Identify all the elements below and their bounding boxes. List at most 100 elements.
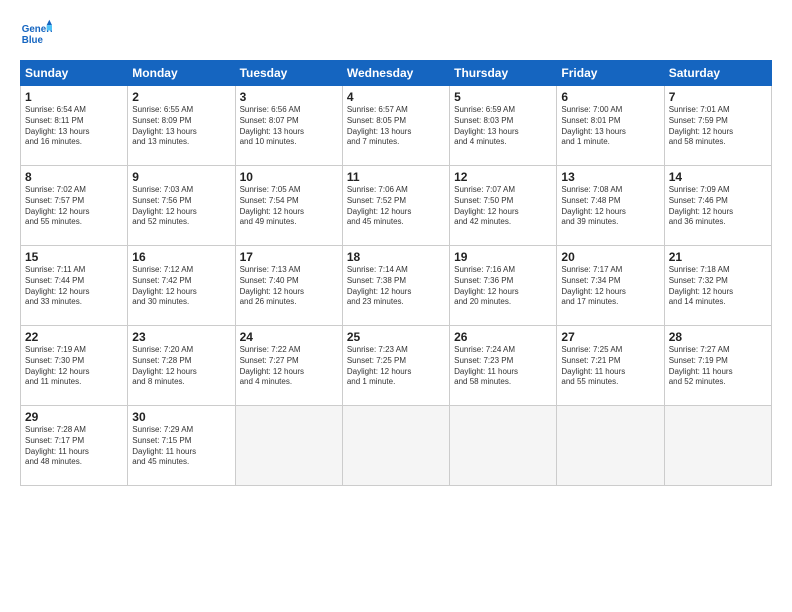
day-info: Sunrise: 6:54 AM Sunset: 8:11 PM Dayligh… (25, 105, 123, 148)
logo: General Blue (20, 18, 56, 50)
header: General Blue (20, 18, 772, 50)
calendar-cell: 28Sunrise: 7:27 AM Sunset: 7:19 PM Dayli… (664, 326, 771, 406)
day-info: Sunrise: 7:03 AM Sunset: 7:56 PM Dayligh… (132, 185, 230, 228)
calendar-cell: 29Sunrise: 7:28 AM Sunset: 7:17 PM Dayli… (21, 406, 128, 486)
day-number: 27 (561, 330, 659, 344)
day-info: Sunrise: 6:59 AM Sunset: 8:03 PM Dayligh… (454, 105, 552, 148)
calendar-cell: 20Sunrise: 7:17 AM Sunset: 7:34 PM Dayli… (557, 246, 664, 326)
weekday-header-friday: Friday (557, 61, 664, 86)
day-info: Sunrise: 7:05 AM Sunset: 7:54 PM Dayligh… (240, 185, 338, 228)
calendar-cell: 9Sunrise: 7:03 AM Sunset: 7:56 PM Daylig… (128, 166, 235, 246)
day-info: Sunrise: 7:00 AM Sunset: 8:01 PM Dayligh… (561, 105, 659, 148)
calendar-cell: 24Sunrise: 7:22 AM Sunset: 7:27 PM Dayli… (235, 326, 342, 406)
day-number: 5 (454, 90, 552, 104)
day-info: Sunrise: 7:19 AM Sunset: 7:30 PM Dayligh… (25, 345, 123, 388)
day-number: 1 (25, 90, 123, 104)
calendar-cell: 13Sunrise: 7:08 AM Sunset: 7:48 PM Dayli… (557, 166, 664, 246)
day-number: 3 (240, 90, 338, 104)
calendar-cell: 10Sunrise: 7:05 AM Sunset: 7:54 PM Dayli… (235, 166, 342, 246)
day-info: Sunrise: 7:24 AM Sunset: 7:23 PM Dayligh… (454, 345, 552, 388)
day-info: Sunrise: 7:17 AM Sunset: 7:34 PM Dayligh… (561, 265, 659, 308)
calendar-cell: 1Sunrise: 6:54 AM Sunset: 8:11 PM Daylig… (21, 86, 128, 166)
day-info: Sunrise: 7:07 AM Sunset: 7:50 PM Dayligh… (454, 185, 552, 228)
day-number: 16 (132, 250, 230, 264)
day-number: 11 (347, 170, 445, 184)
calendar-cell: 11Sunrise: 7:06 AM Sunset: 7:52 PM Dayli… (342, 166, 449, 246)
day-info: Sunrise: 7:09 AM Sunset: 7:46 PM Dayligh… (669, 185, 767, 228)
day-number: 8 (25, 170, 123, 184)
day-number: 14 (669, 170, 767, 184)
calendar-cell: 25Sunrise: 7:23 AM Sunset: 7:25 PM Dayli… (342, 326, 449, 406)
calendar-cell: 8Sunrise: 7:02 AM Sunset: 7:57 PM Daylig… (21, 166, 128, 246)
calendar-cell: 22Sunrise: 7:19 AM Sunset: 7:30 PM Dayli… (21, 326, 128, 406)
calendar-table: SundayMondayTuesdayWednesdayThursdayFrid… (20, 60, 772, 486)
day-number: 4 (347, 90, 445, 104)
page: General Blue SundayMondayTuesdayWednesda… (0, 0, 792, 612)
weekday-header-thursday: Thursday (450, 61, 557, 86)
calendar-cell: 3Sunrise: 6:56 AM Sunset: 8:07 PM Daylig… (235, 86, 342, 166)
day-number: 30 (132, 410, 230, 424)
day-number: 29 (25, 410, 123, 424)
day-number: 18 (347, 250, 445, 264)
weekday-header-monday: Monday (128, 61, 235, 86)
day-number: 20 (561, 250, 659, 264)
calendar-cell: 27Sunrise: 7:25 AM Sunset: 7:21 PM Dayli… (557, 326, 664, 406)
day-info: Sunrise: 7:08 AM Sunset: 7:48 PM Dayligh… (561, 185, 659, 228)
day-number: 13 (561, 170, 659, 184)
day-info: Sunrise: 7:20 AM Sunset: 7:28 PM Dayligh… (132, 345, 230, 388)
calendar-week-1: 1Sunrise: 6:54 AM Sunset: 8:11 PM Daylig… (21, 86, 772, 166)
weekday-header-row: SundayMondayTuesdayWednesdayThursdayFrid… (21, 61, 772, 86)
day-info: Sunrise: 7:27 AM Sunset: 7:19 PM Dayligh… (669, 345, 767, 388)
calendar-cell (450, 406, 557, 486)
day-number: 26 (454, 330, 552, 344)
calendar-cell: 14Sunrise: 7:09 AM Sunset: 7:46 PM Dayli… (664, 166, 771, 246)
day-info: Sunrise: 7:06 AM Sunset: 7:52 PM Dayligh… (347, 185, 445, 228)
calendar-cell (664, 406, 771, 486)
calendar-cell (235, 406, 342, 486)
day-number: 24 (240, 330, 338, 344)
day-info: Sunrise: 7:11 AM Sunset: 7:44 PM Dayligh… (25, 265, 123, 308)
day-number: 9 (132, 170, 230, 184)
calendar-cell (557, 406, 664, 486)
day-number: 2 (132, 90, 230, 104)
day-info: Sunrise: 7:13 AM Sunset: 7:40 PM Dayligh… (240, 265, 338, 308)
calendar-week-3: 15Sunrise: 7:11 AM Sunset: 7:44 PM Dayli… (21, 246, 772, 326)
day-number: 28 (669, 330, 767, 344)
day-number: 7 (669, 90, 767, 104)
day-info: Sunrise: 7:18 AM Sunset: 7:32 PM Dayligh… (669, 265, 767, 308)
svg-text:Blue: Blue (22, 35, 44, 46)
day-info: Sunrise: 6:56 AM Sunset: 8:07 PM Dayligh… (240, 105, 338, 148)
day-number: 10 (240, 170, 338, 184)
weekday-header-sunday: Sunday (21, 61, 128, 86)
day-number: 23 (132, 330, 230, 344)
day-info: Sunrise: 7:28 AM Sunset: 7:17 PM Dayligh… (25, 425, 123, 468)
logo-icon: General Blue (20, 18, 52, 50)
day-info: Sunrise: 7:01 AM Sunset: 7:59 PM Dayligh… (669, 105, 767, 148)
calendar-cell: 2Sunrise: 6:55 AM Sunset: 8:09 PM Daylig… (128, 86, 235, 166)
calendar-cell: 18Sunrise: 7:14 AM Sunset: 7:38 PM Dayli… (342, 246, 449, 326)
calendar-cell (342, 406, 449, 486)
calendar-week-4: 22Sunrise: 7:19 AM Sunset: 7:30 PM Dayli… (21, 326, 772, 406)
day-number: 15 (25, 250, 123, 264)
day-number: 25 (347, 330, 445, 344)
calendar-cell: 30Sunrise: 7:29 AM Sunset: 7:15 PM Dayli… (128, 406, 235, 486)
day-info: Sunrise: 7:25 AM Sunset: 7:21 PM Dayligh… (561, 345, 659, 388)
calendar-cell: 17Sunrise: 7:13 AM Sunset: 7:40 PM Dayli… (235, 246, 342, 326)
calendar-cell: 23Sunrise: 7:20 AM Sunset: 7:28 PM Dayli… (128, 326, 235, 406)
day-info: Sunrise: 7:29 AM Sunset: 7:15 PM Dayligh… (132, 425, 230, 468)
day-number: 21 (669, 250, 767, 264)
day-info: Sunrise: 7:12 AM Sunset: 7:42 PM Dayligh… (132, 265, 230, 308)
calendar-cell: 21Sunrise: 7:18 AM Sunset: 7:32 PM Dayli… (664, 246, 771, 326)
calendar-week-5: 29Sunrise: 7:28 AM Sunset: 7:17 PM Dayli… (21, 406, 772, 486)
day-number: 17 (240, 250, 338, 264)
calendar-cell: 12Sunrise: 7:07 AM Sunset: 7:50 PM Dayli… (450, 166, 557, 246)
calendar-week-2: 8Sunrise: 7:02 AM Sunset: 7:57 PM Daylig… (21, 166, 772, 246)
day-info: Sunrise: 7:02 AM Sunset: 7:57 PM Dayligh… (25, 185, 123, 228)
calendar-cell: 5Sunrise: 6:59 AM Sunset: 8:03 PM Daylig… (450, 86, 557, 166)
weekday-header-saturday: Saturday (664, 61, 771, 86)
day-info: Sunrise: 7:22 AM Sunset: 7:27 PM Dayligh… (240, 345, 338, 388)
calendar-cell: 19Sunrise: 7:16 AM Sunset: 7:36 PM Dayli… (450, 246, 557, 326)
day-number: 6 (561, 90, 659, 104)
day-info: Sunrise: 7:23 AM Sunset: 7:25 PM Dayligh… (347, 345, 445, 388)
calendar-cell: 7Sunrise: 7:01 AM Sunset: 7:59 PM Daylig… (664, 86, 771, 166)
